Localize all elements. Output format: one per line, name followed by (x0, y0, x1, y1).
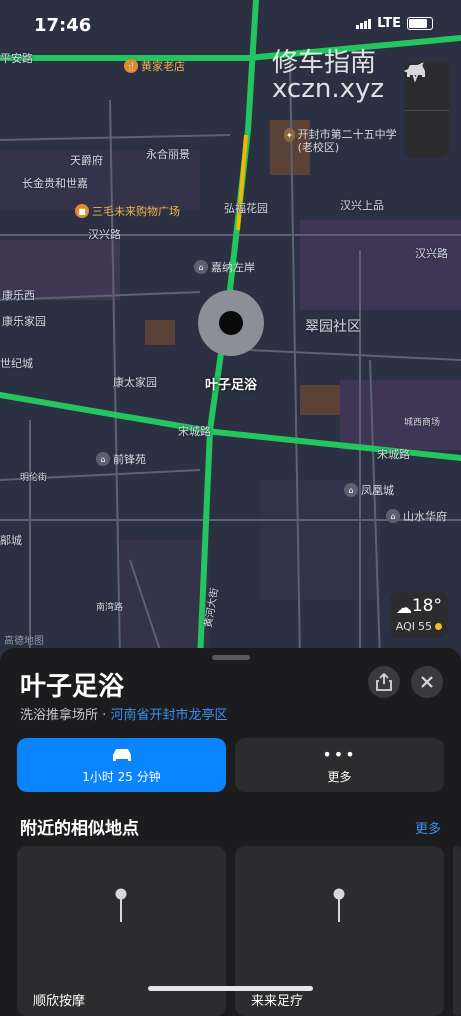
map-label: 长金贵和世嘉 (22, 177, 88, 190)
nearby-title: 附近的相似地点 (20, 819, 139, 839)
watermark: 修车指南 xczn.xyz (272, 48, 385, 104)
poi-food[interactable]: 🍴 黄家老店 (124, 58, 185, 74)
poi-home[interactable]: ⌂ 凤凰城 (344, 482, 394, 498)
nearby-card-peek[interactable] (453, 846, 461, 1016)
status-time: 17:46 (34, 15, 92, 36)
map-label: 世纪城 (0, 357, 33, 370)
weather-widget[interactable]: ☁ 18° AQI 55 (390, 592, 448, 638)
aqi-dot (435, 623, 442, 630)
rain-cloud-icon: ☁ (396, 598, 412, 617)
map-label: 宋城路 (377, 448, 410, 461)
home-icon: ⌂ (386, 509, 400, 523)
map-label: 宋城路 (178, 425, 211, 438)
car-icon (112, 748, 131, 761)
selected-place-pin[interactable] (198, 290, 264, 356)
more-actions-button[interactable]: ••• 更多 (235, 738, 444, 792)
map-label: 平安路 (0, 52, 33, 65)
map-view[interactable]: 17:46 LTE 修车指南 xczn.xyz 平安路 🍴 黄家老店 天爵府 永… (0, 0, 461, 660)
map-label: 汉兴上品 (340, 199, 384, 212)
battery-icon (407, 17, 433, 30)
map-label: 天爵府 (70, 154, 103, 167)
nearby-more-link[interactable]: 更多 (415, 818, 441, 837)
network-type: LTE (377, 16, 401, 31)
map-pin-icon (333, 888, 345, 922)
map-label: 鄗城 (0, 534, 22, 547)
place-sheet: 叶子足浴 洗浴推拿场所 · 河南省开封市龙亭区 1小时 25 分钟 ••• 更多… (0, 648, 461, 1016)
map-pin-icon (115, 888, 127, 922)
map-controls (404, 62, 450, 158)
status-bar: 17:46 LTE (0, 0, 461, 52)
directions-button[interactable]: 1小时 25 分钟 (17, 738, 226, 792)
map-label: 康乐家园 (2, 315, 46, 328)
locate-me-button[interactable] (404, 62, 450, 159)
close-icon (421, 676, 433, 688)
map-label: 康乐西 (2, 289, 35, 302)
ellipsis-icon: ••• (322, 745, 357, 764)
place-address-link[interactable]: 河南省开封市龙亭区 (110, 708, 227, 723)
poi-school[interactable]: ✦ 开封市第二十五中学(老校区) (284, 128, 404, 154)
home-icon: ⌂ (344, 483, 358, 497)
map-label: 弘福花园 (224, 202, 268, 215)
district-label: 翠园社区 (305, 319, 361, 335)
home-icon: ⌂ (96, 452, 110, 466)
place-title: 叶子足浴 (20, 672, 125, 702)
poi-home[interactable]: ⌂ 嘉纳左岸 (194, 259, 255, 275)
weather-temp: 18° (411, 596, 442, 616)
map-label: 城西商场 (404, 418, 441, 428)
poi-home[interactable]: ⌂ 山水华府 (386, 508, 447, 524)
poi-shop[interactable]: ■ 三毛未来购物广场 (75, 203, 180, 219)
fork-icon: 🍴 (124, 59, 138, 73)
pin-label: 叶子足浴 (205, 378, 258, 393)
map-label: 汉兴路 (88, 228, 121, 241)
close-button[interactable] (411, 666, 443, 698)
home-indicator[interactable] (148, 986, 313, 991)
share-button[interactable] (368, 666, 400, 698)
map-label: 汉兴路 (415, 247, 448, 260)
map-attribution: 高德地图 (4, 636, 44, 647)
place-subtitle: 洗浴推拿场所 · 河南省开封市龙亭区 (20, 708, 228, 723)
sheet-grabber[interactable] (212, 655, 250, 660)
map-label: 永合丽景 (146, 148, 190, 161)
signal-icon (356, 18, 372, 29)
shopping-bag-icon: ■ (75, 204, 89, 218)
map-label: 明伦街 (20, 473, 48, 483)
school-icon: ✦ (284, 128, 295, 142)
home-icon: ⌂ (194, 260, 208, 274)
share-icon (376, 673, 392, 691)
location-arrow-icon (404, 62, 424, 82)
map-label: 南湾路 (96, 603, 124, 613)
place-category: 洗浴推拿场所 (20, 708, 99, 723)
map-label: 康太家园 (113, 376, 157, 389)
poi-home[interactable]: ⌂ 前锋苑 (96, 451, 146, 467)
